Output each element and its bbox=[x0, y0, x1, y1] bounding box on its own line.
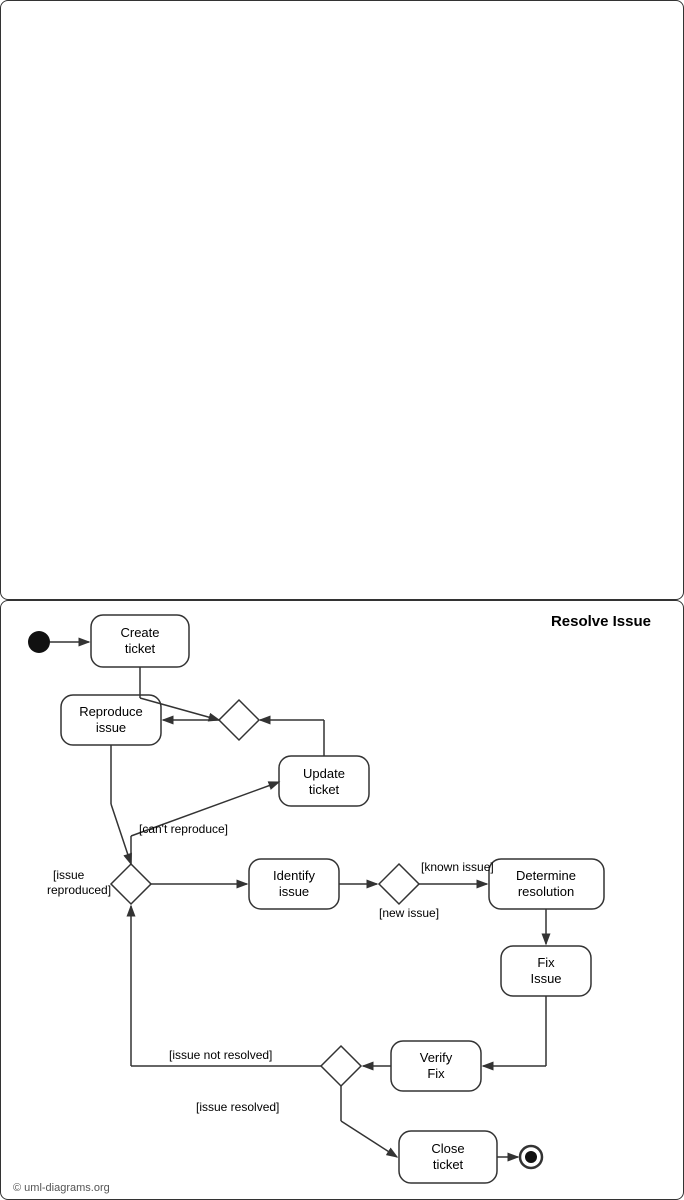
diamond-2 bbox=[111, 864, 151, 904]
diamond-3 bbox=[379, 864, 419, 904]
diamond-1 bbox=[219, 700, 259, 740]
label-cant-reproduce: [can't reproduce] bbox=[139, 822, 228, 836]
identify-label2: issue bbox=[279, 884, 309, 899]
update-label1: Update bbox=[303, 766, 345, 781]
create-ticket-label: Create bbox=[120, 625, 159, 640]
arrow-d4-close-b bbox=[341, 1121, 397, 1157]
copyright: © uml-diagrams.org bbox=[13, 1182, 110, 1194]
update-ticket-node bbox=[279, 756, 369, 806]
diagram-container: Resolve Issue © uml-diagrams.org Create … bbox=[0, 600, 684, 1200]
close-label1: Close bbox=[431, 1141, 464, 1156]
label-new-issue: [new issue] bbox=[379, 906, 439, 920]
title: Resolve Issue bbox=[551, 613, 651, 630]
update-label2: ticket bbox=[309, 782, 340, 797]
arrow-reproduce-d2b bbox=[111, 804, 131, 864]
uml-diagram: Resolve Issue © uml-diagrams.org Create … bbox=[1, 601, 684, 1200]
label-issue-reproduced1: [issue bbox=[53, 868, 85, 882]
final-state-inner bbox=[525, 1151, 537, 1163]
fix-label2: Issue bbox=[530, 971, 561, 986]
determine-label1: Determine bbox=[516, 868, 576, 883]
create-ticket-label2: ticket bbox=[125, 641, 156, 656]
identify-label1: Identify bbox=[273, 868, 315, 883]
fix-label1: Fix bbox=[537, 955, 555, 970]
diagram-container bbox=[0, 0, 684, 600]
label-issue-reproduced2: reproduced] bbox=[47, 883, 111, 897]
label-known-issue: [known issue] bbox=[421, 860, 494, 874]
reproduce-label2: issue bbox=[96, 720, 126, 735]
label-not-resolved: [issue not resolved] bbox=[169, 1048, 272, 1062]
diamond-4 bbox=[321, 1046, 361, 1086]
determine-label2: resolution bbox=[518, 884, 574, 899]
verify-label1: Verify bbox=[420, 1050, 453, 1065]
initial-state bbox=[28, 631, 50, 653]
reproduce-label1: Reproduce bbox=[79, 704, 143, 719]
verify-label2: Fix bbox=[427, 1066, 445, 1081]
close-label2: ticket bbox=[433, 1157, 464, 1172]
label-resolved: [issue resolved] bbox=[196, 1100, 279, 1114]
